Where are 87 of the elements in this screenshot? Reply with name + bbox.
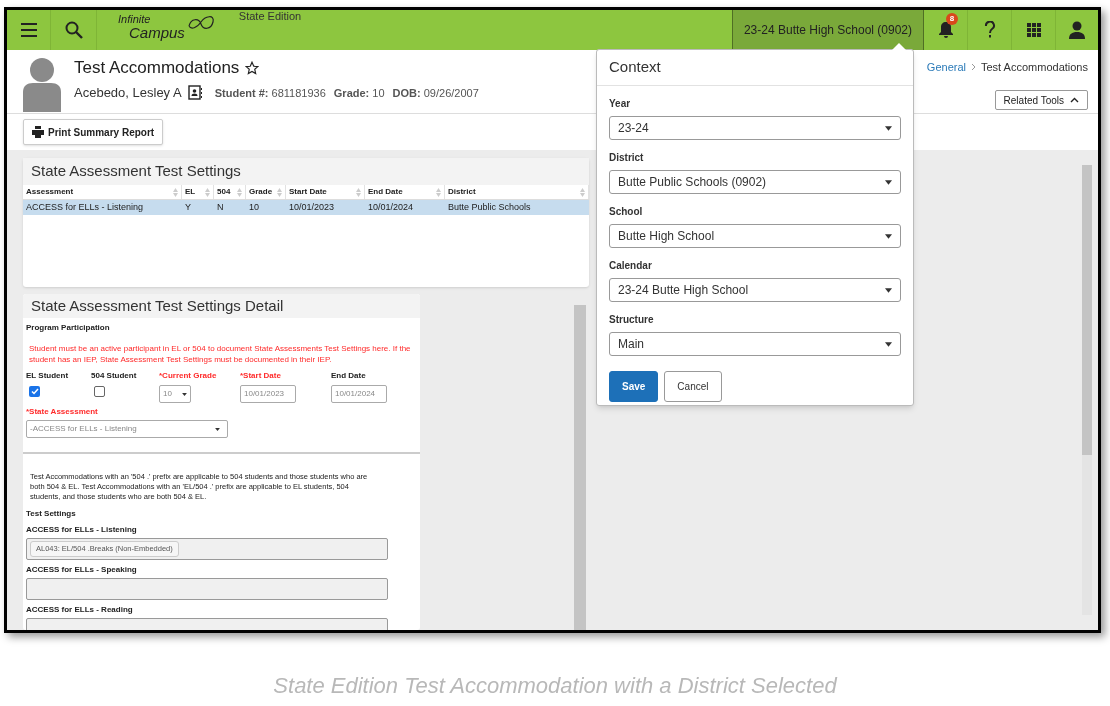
field-label: School [609, 205, 644, 219]
caret-down-icon [885, 125, 892, 131]
checkbox[interactable] [94, 386, 105, 397]
checkbox[interactable] [29, 386, 40, 397]
related-tools-button[interactable]: Related Tools [994, 90, 1088, 110]
sort-arrows-icon [436, 187, 441, 197]
section-heading: Test Settings [26, 508, 77, 520]
table-cell-text: Butte Public Schools [447, 200, 532, 214]
dropdown[interactable]: 23-24 Butte High School [609, 278, 901, 302]
column-header[interactable]: Assessment [23, 185, 182, 199]
sort-arrows-icon [237, 187, 242, 197]
table-cell-text: N [216, 200, 225, 214]
edition-label: State Edition [238, 11, 302, 23]
page-title: Test Accommodations [74, 57, 240, 79]
contact-card-icon[interactable] [187, 85, 203, 101]
multiselect-field[interactable] [26, 578, 388, 600]
dropdown[interactable]: 23-24 [609, 116, 901, 140]
student-info: Student #: 681181936 [214, 85, 326, 101]
table-cell-text: Y [184, 200, 192, 214]
field-label: ACCESS for ELLs - Reading [26, 604, 134, 616]
avatar-icon [21, 56, 63, 112]
sort-arrows-icon [277, 187, 282, 197]
field-label: *Start Date [240, 370, 282, 382]
context-button[interactable]: 23-24 Butte High School (0902) [732, 10, 924, 50]
star-icon[interactable] [245, 60, 260, 75]
print-button[interactable]: Print Summary Report [23, 119, 164, 145]
caret-down-icon [885, 233, 892, 239]
cancel-button[interactable]: Cancel [664, 371, 722, 402]
field-label: *Current Grade [159, 370, 218, 382]
search-icon [64, 21, 83, 39]
save-button[interactable]: Save [609, 371, 659, 402]
sort-arrows-icon [356, 187, 361, 197]
column-header[interactable]: 504 [214, 185, 246, 199]
field-label: End Date [331, 370, 367, 382]
column-header[interactable]: Grade [246, 185, 286, 199]
dropdown[interactable]: Butte High School [609, 224, 901, 248]
panel-title: State Assessment Test Settings Detail [23, 294, 420, 318]
chevron-right-icon [971, 63, 976, 72]
question-mark-icon [983, 21, 996, 39]
field-label: Year [609, 97, 632, 111]
field-label: ACCESS for ELLs - Speaking [26, 564, 138, 576]
column-header[interactable]: End Date [365, 185, 445, 199]
menu-icon [20, 23, 37, 37]
sort-arrows-icon [580, 187, 585, 197]
logo-text: Infinite [118, 14, 152, 25]
figure-caption: State Edition Test Accommodation with a District Selected [273, 672, 837, 700]
column-header[interactable]: District [445, 185, 589, 199]
column-header[interactable]: Start Date [286, 185, 365, 199]
panel-title: State Assessment Test Settings [23, 158, 589, 185]
chevron-up-icon [1070, 97, 1079, 103]
notification-badge: 8 [946, 13, 958, 25]
dropdown[interactable]: Main [609, 332, 901, 356]
table-cell-text: 10 [248, 200, 260, 214]
field-label: Structure [609, 313, 655, 327]
field-label: District [609, 151, 645, 165]
warning-message: Student must be an active participant in EL or 504 to document State Assessments Test Settings here. If the student has an IEP, State Assessment Test Settings must be documented in their IEP. [29, 343, 412, 365]
caret-down-icon [885, 341, 892, 347]
person-icon [1069, 21, 1085, 39]
popover-title: Context [597, 50, 913, 86]
student-info: Grade: 10 [333, 85, 385, 101]
table-cell-text: 10/01/2023 [288, 200, 336, 214]
breadcrumb-current: Test Accommodations [981, 60, 1088, 75]
table-row[interactable]: ACCESS for ELLs - Listening Y N 10 10/01/2023 10/01/2024 Butte Public Schools [23, 200, 589, 215]
check-icon [30, 388, 39, 395]
field-label: 504 Student [91, 370, 138, 382]
caret-down-icon [885, 179, 892, 185]
table-cell-text: 10/01/2024 [367, 200, 415, 214]
grid-icon [1026, 23, 1041, 37]
bell-icon [937, 21, 954, 39]
student-name: Acebedo, Lesley A [74, 84, 182, 102]
field-label: *State Assessment [26, 406, 98, 418]
caret-down-icon [215, 427, 220, 431]
caret-down-icon [885, 287, 892, 293]
section-heading: Program Participation [26, 322, 111, 334]
student-info: DOB: 09/26/2007 [392, 85, 479, 101]
sort-arrows-icon [173, 187, 178, 197]
dropdown[interactable]: Butte Public Schools (0902) [609, 170, 901, 194]
table-cell-text: ACCESS for ELLs - Listening [25, 200, 145, 214]
field-label: EL Student [26, 370, 70, 382]
caret-down-icon [182, 392, 187, 396]
breadcrumb-link[interactable]: General [926, 59, 966, 76]
column-header[interactable]: EL [182, 185, 214, 199]
printer-icon [32, 126, 44, 138]
logo-text: Campus [129, 25, 185, 40]
sort-arrows-icon [205, 187, 210, 197]
field-label: Calendar [609, 259, 653, 273]
field-label: ACCESS for ELLs - Listening [26, 524, 138, 536]
